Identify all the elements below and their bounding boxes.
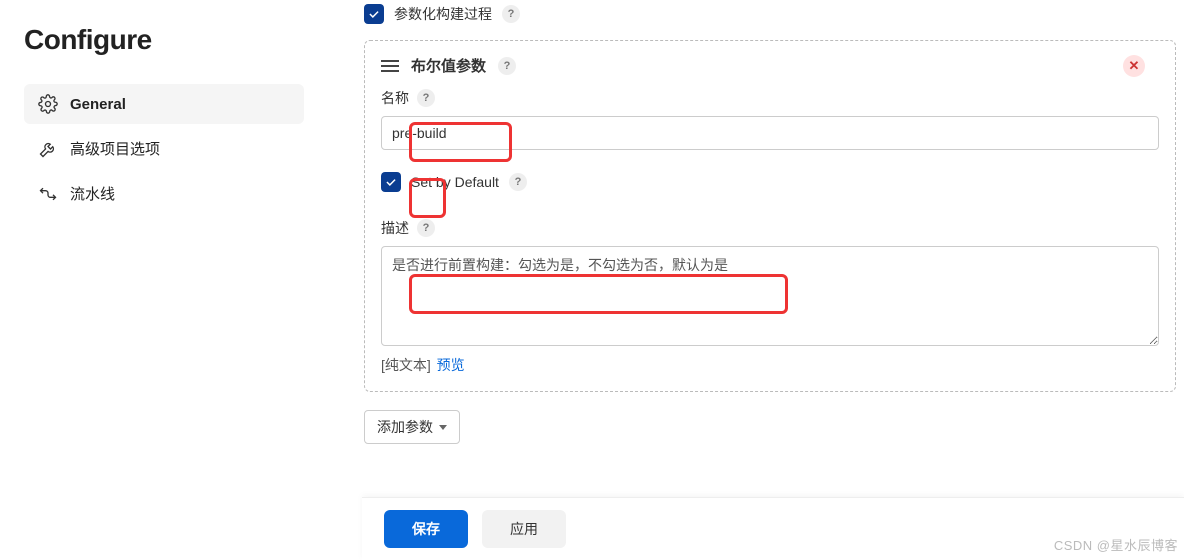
close-icon[interactable]: ✕ (1123, 55, 1145, 77)
description-label: 描述 (381, 218, 409, 238)
add-param-label: 添加参数 (377, 417, 433, 437)
sidebar-item-general[interactable]: General (24, 84, 304, 124)
preview-link[interactable]: 预览 (437, 357, 465, 373)
parametrized-build-row: 参数化构建过程 ? (364, 4, 1180, 24)
help-icon[interactable]: ? (502, 5, 520, 23)
gear-icon (38, 94, 58, 114)
watermark: CSDN @星水辰博客 (1054, 535, 1178, 554)
pipeline-icon (38, 184, 58, 204)
sidebar-item-label: General (70, 96, 126, 113)
name-input[interactable] (381, 116, 1159, 150)
help-icon[interactable]: ? (417, 219, 435, 237)
boolean-param-panel: ✕ 布尔值参数 ? 名称 ? Set by Default ? (364, 40, 1176, 392)
sidebar: Configure General 高级项目选项 流水线 (0, 0, 340, 560)
apply-button[interactable]: 应用 (482, 510, 566, 548)
wrench-icon (38, 139, 58, 159)
format-plain-label: [纯文本] (381, 357, 431, 373)
drag-handle-icon[interactable] (381, 60, 399, 72)
help-icon[interactable]: ? (498, 57, 516, 75)
add-param-button[interactable]: 添加参数 (364, 410, 460, 444)
help-icon[interactable]: ? (417, 89, 435, 107)
sidebar-item-label: 高级项目选项 (70, 138, 160, 159)
save-button[interactable]: 保存 (384, 510, 468, 548)
sidebar-item-advanced[interactable]: 高级项目选项 (24, 128, 304, 169)
parametrized-build-checkbox[interactable] (364, 4, 384, 24)
page-title: Configure (24, 24, 340, 56)
set-default-checkbox[interactable] (381, 172, 401, 192)
sidebar-item-pipeline[interactable]: 流水线 (24, 173, 304, 214)
parametrized-build-label: 参数化构建过程 (394, 4, 492, 24)
name-label: 名称 (381, 88, 409, 108)
sidebar-item-label: 流水线 (70, 183, 115, 204)
set-default-label: Set by Default (411, 174, 499, 190)
panel-title: 布尔值参数 (411, 55, 486, 76)
description-textarea[interactable] (381, 246, 1159, 346)
chevron-down-icon (439, 425, 447, 430)
main-content: 参数化构建过程 ? ✕ 布尔值参数 ? 名称 ? Set by Def (340, 0, 1184, 560)
help-icon[interactable]: ? (509, 173, 527, 191)
